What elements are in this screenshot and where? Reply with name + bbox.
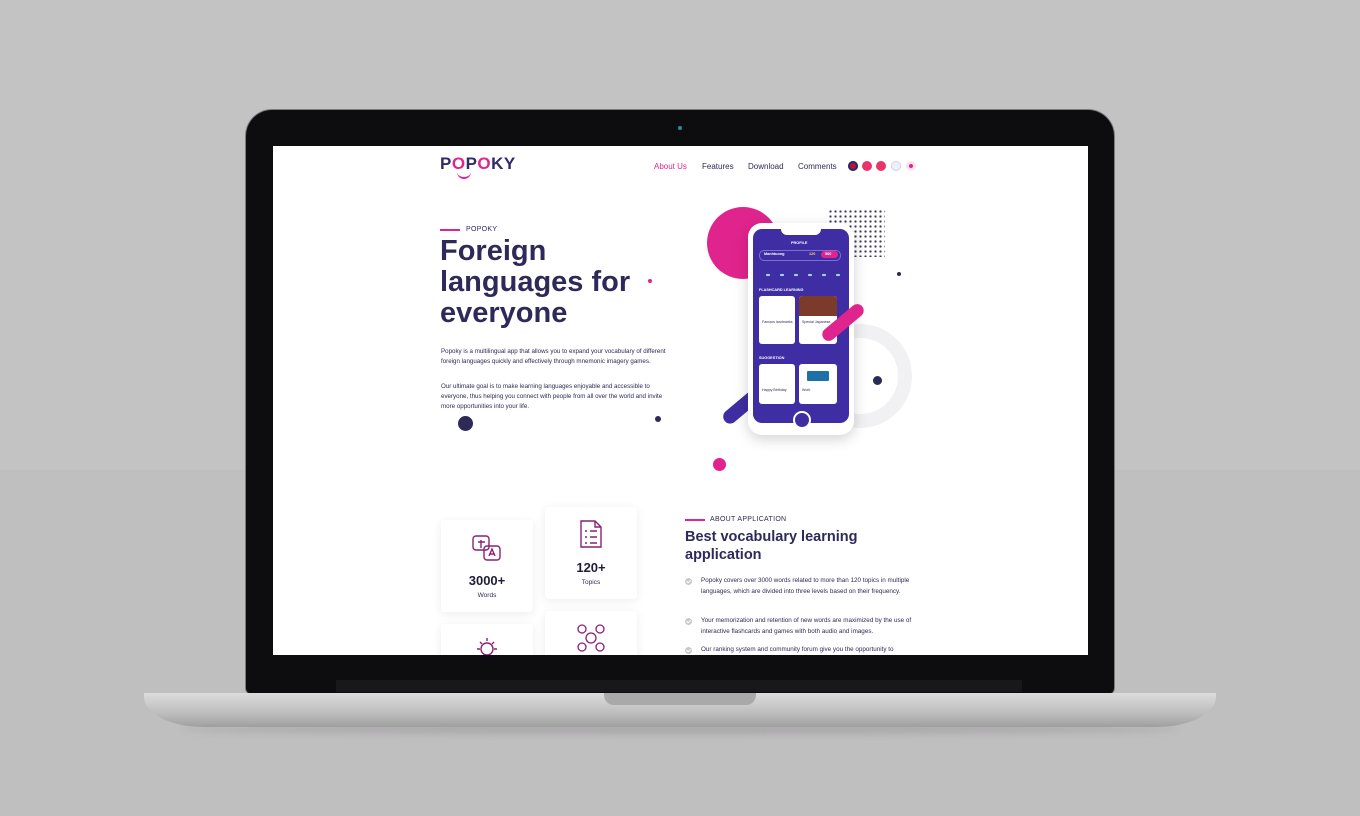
about-eyebrow-line — [685, 519, 705, 521]
decor-dot — [648, 279, 652, 283]
phone-home-button[interactable] — [793, 411, 811, 429]
phone-gems: 560 — [825, 252, 832, 256]
japan-flag-dot — [909, 164, 913, 168]
hero-paragraph-1: Popoky is a multilingual app that allows… — [441, 348, 666, 365]
stat-label: Topics — [581, 579, 601, 586]
hero-paragraph-2: Our ultimate goal is to make learning la… — [441, 383, 663, 410]
decor-dot — [458, 416, 473, 431]
laptop-bezel — [336, 680, 1022, 692]
hero-title: Foreign languages for everyone — [440, 235, 631, 329]
eyebrow-line — [440, 229, 460, 231]
nav-download[interactable]: Download — [748, 162, 784, 171]
vietnam-flag-icon[interactable] — [862, 161, 872, 171]
phone-level-badges — [761, 271, 841, 279]
nav-comments[interactable]: Comments — [798, 162, 837, 171]
phone-notch — [781, 229, 821, 235]
phone-card-birthday[interactable]: Happy Birthday — [759, 364, 795, 404]
stat-card-community — [545, 611, 637, 655]
nav-features[interactable]: Features — [702, 162, 734, 171]
check-icon — [685, 618, 692, 625]
logo-smile-icon — [457, 171, 471, 179]
china-flag-icon[interactable] — [876, 161, 886, 171]
website-screen: POPOKY About Us Features Download Commen… — [273, 146, 1088, 655]
phone-card-landmarks[interactable]: Famous landmarks — [759, 296, 795, 344]
brand-logo[interactable]: POPOKY — [440, 154, 516, 174]
phone-username: Manhtuong — [764, 252, 785, 256]
decor-dot — [655, 416, 661, 422]
check-icon — [685, 647, 692, 654]
about-bullet-1: Popoky covers over 3000 words related to… — [701, 577, 910, 595]
lightbulb-icon — [477, 638, 497, 655]
translate-icon — [472, 535, 501, 561]
about-title: Best vocabulary learning application — [685, 529, 858, 563]
phone-suggestion-heading: SUGGESTION — [759, 356, 785, 360]
checklist-icon — [580, 520, 602, 548]
community-icon — [577, 624, 605, 652]
about-bullet-2: Your memorization and retention of new w… — [701, 617, 912, 635]
english-flag-icon[interactable] — [848, 161, 858, 171]
stat-label: Words — [477, 592, 497, 599]
stat-card-words: 3000+ Words — [441, 520, 533, 612]
phone-card-work[interactable]: Work — [799, 364, 837, 404]
phone-coins: 120 — [809, 252, 816, 256]
stat-value: 120+ — [576, 560, 606, 575]
stat-value: 3000+ — [468, 573, 506, 588]
stat-card-tips — [441, 624, 533, 655]
nav-about-us[interactable]: About Us — [654, 162, 687, 171]
stat-card-topics: 120+ Topics — [545, 507, 637, 599]
phone-profile-title: PROFILE — [791, 241, 808, 245]
decor-dot — [713, 458, 726, 471]
hero-eyebrow: POPOKY — [466, 226, 498, 233]
decor-dot — [897, 272, 901, 276]
about-eyebrow: ABOUT APPLICATION — [710, 516, 787, 523]
webcam — [678, 126, 682, 130]
korea-flag-icon[interactable] — [891, 161, 901, 171]
laptop-notch — [604, 693, 756, 705]
check-icon — [685, 578, 692, 585]
phone-flashcard-heading: FLASHCARD LEARNING — [759, 288, 804, 292]
about-bullet-3: Our ranking system and community forum g… — [701, 646, 894, 653]
